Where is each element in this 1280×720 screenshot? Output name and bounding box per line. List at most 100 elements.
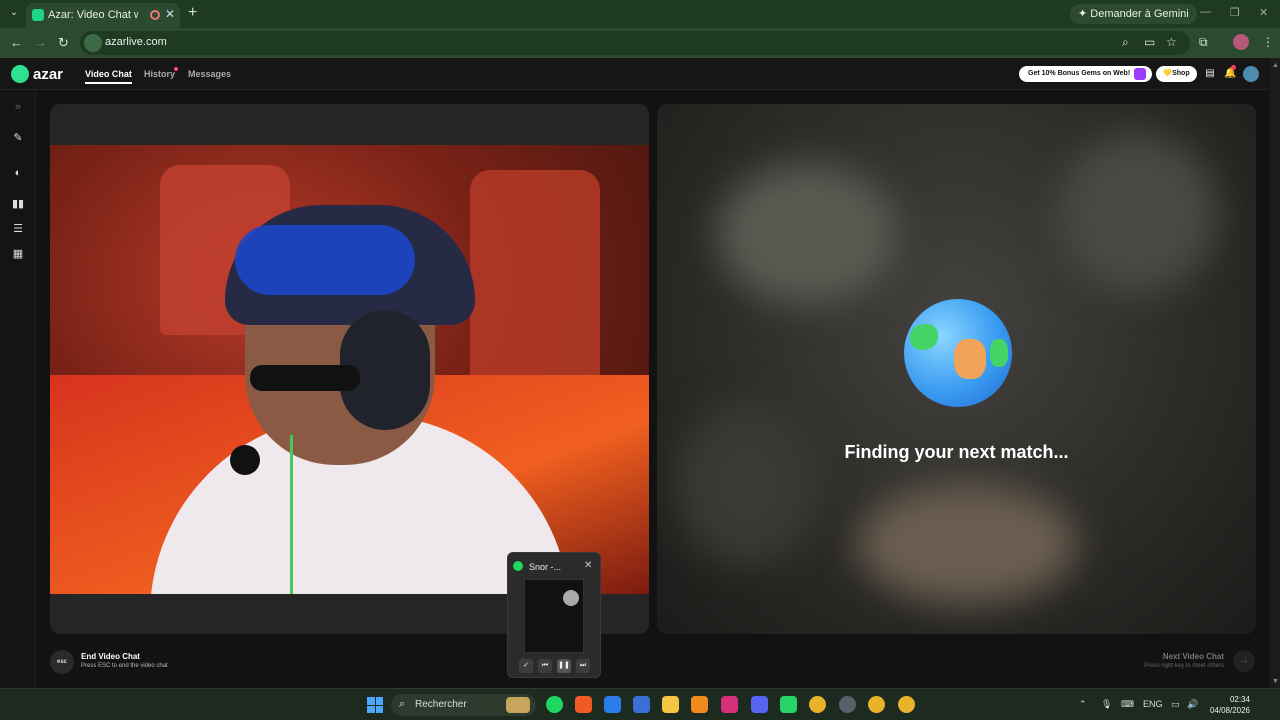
next-chat-button[interactable]: →: [1233, 650, 1255, 672]
chrome-profile-avatar[interactable]: [1233, 34, 1249, 50]
vlc-taskbar-icon[interactable]: [691, 696, 708, 713]
pause-icon[interactable]: ❚❚: [557, 659, 571, 673]
system-clock[interactable]: 02:34 04/08/2026: [1208, 694, 1250, 716]
network-icon[interactable]: ▭: [1171, 699, 1180, 710]
tab-search-icon[interactable]: ⌄: [6, 5, 22, 21]
minimize-icon[interactable]: —: [1200, 6, 1211, 18]
bonus-gems-label: Get 10% Bonus Gems on Web!: [1028, 70, 1131, 77]
site-info-icon[interactable]: [84, 34, 102, 52]
end-chat-button[interactable]: esc: [50, 650, 74, 674]
nav-history[interactable]: History: [144, 69, 175, 79]
blur-blob: [1057, 134, 1217, 294]
person-goggles: [235, 225, 415, 295]
windows-taskbar: ⌕ Rechercher ⌃ 🎙 ⌨ ENG ▭ 🔊 02:34 04/08/2…: [0, 688, 1280, 720]
globe-land: [990, 339, 1008, 367]
inbox-icon[interactable]: ▤: [1204, 68, 1216, 80]
next-chat-title: Next Video Chat: [1162, 652, 1224, 661]
user-avatar[interactable]: [1243, 66, 1259, 82]
nav-video-chat[interactable]: Video Chat: [85, 69, 132, 84]
left-sidebar: » ✎ ◐ ▮▮ ☰ ▦: [0, 90, 36, 688]
forward-icon[interactable]: →: [34, 35, 47, 50]
spotify-popup-title: Snor -...: [529, 562, 562, 572]
shop-label: Shop: [1172, 70, 1190, 77]
gemini-label: Demander à Gemini: [1090, 8, 1189, 20]
previous-track-icon[interactable]: ⏮: [538, 659, 552, 673]
scroll-down-icon[interactable]: ▼: [1272, 678, 1279, 685]
browser-toolbar: ← → ↻ azarlive.com ⌕ ▭ ☆ ⧉ ⋮: [0, 28, 1280, 58]
chrome-menu-icon[interactable]: ⋮: [1262, 35, 1274, 49]
layout-stacked-icon[interactable]: ☰: [10, 222, 26, 236]
globe-land: [910, 324, 938, 350]
layout-grid-icon[interactable]: ▦: [10, 247, 26, 261]
spotify-preview-popup[interactable]: Snor -... ✕ ✓ ⏮ ❚❚ ⏭: [507, 552, 601, 678]
language-indicator[interactable]: ENG: [1143, 699, 1163, 709]
volume-icon[interactable]: 🔊: [1187, 699, 1198, 710]
cast-icon[interactable]: ▭: [1144, 35, 1155, 49]
clock-date: 04/08/2026: [1209, 706, 1250, 715]
restore-icon[interactable]: ❐: [1230, 6, 1240, 19]
popup-close-icon[interactable]: ✕: [584, 560, 592, 571]
end-chat-title: End Video Chat: [81, 652, 140, 661]
chrome-profile-taskbar-icon[interactable]: [868, 696, 885, 713]
keyboard-icon[interactable]: ⌨: [1121, 699, 1134, 710]
chrome-taskbar-icon[interactable]: [809, 696, 826, 713]
bonus-gems-button[interactable]: Get 10% Bonus Gems on Web!: [1019, 66, 1152, 82]
tab-title: Azar: Video Chat with New: [48, 9, 138, 21]
layout-side-by-side-icon[interactable]: ▮▮: [10, 197, 26, 211]
clock-time: 02:34: [1229, 695, 1250, 704]
defender-taskbar-icon[interactable]: [604, 696, 621, 713]
bookmark-star-icon[interactable]: ☆: [1166, 35, 1177, 49]
store-taskbar-icon[interactable]: [633, 696, 650, 713]
address-bar[interactable]: azarlive.com: [80, 31, 1190, 55]
azar-favicon-icon: [32, 9, 44, 21]
history-notification-dot: [174, 67, 178, 71]
blur-blob: [857, 484, 1077, 604]
spotify-window-thumbnail[interactable]: [524, 579, 584, 653]
whatsapp-taskbar-icon[interactable]: [780, 696, 797, 713]
tray-chevron-icon[interactable]: ⌃: [1079, 699, 1087, 710]
taskbar-search-placeholder: Rechercher: [415, 699, 467, 710]
instagram-taskbar-icon[interactable]: [721, 696, 738, 713]
page-scrollbar[interactable]: ▲ ▼: [1270, 58, 1280, 688]
gemini-button[interactable]: ✦ Demander à Gemini: [1070, 4, 1197, 24]
next-track-icon[interactable]: ⏭: [576, 659, 590, 673]
reload-icon[interactable]: ↻: [58, 35, 69, 51]
extensions-icon[interactable]: ⧉: [1199, 35, 1208, 50]
windows-start-icon[interactable]: [367, 697, 383, 713]
album-art: [563, 590, 579, 606]
file-explorer-taskbar-icon[interactable]: [662, 696, 679, 713]
next-chat-hint: Press right key to meet others: [1144, 663, 1224, 669]
spotify-icon: [513, 561, 523, 571]
url-text: azarlive.com: [105, 36, 167, 48]
spotify-taskbar-icon[interactable]: [546, 696, 563, 713]
expand-sidebar-icon[interactable]: »: [10, 100, 26, 114]
like-icon[interactable]: ✓: [519, 659, 533, 673]
blur-blob: [677, 404, 817, 564]
azar-logo[interactable]: azar: [11, 65, 63, 83]
browser-tab[interactable]: Azar: Video Chat with New ✕: [26, 3, 180, 28]
zoom-icon[interactable]: ⌕: [1122, 35, 1129, 50]
nav-messages[interactable]: Messages: [188, 69, 231, 79]
azar-logo-icon: [11, 65, 29, 83]
brave-taskbar-icon[interactable]: [575, 696, 592, 713]
filter-icon[interactable]: ◐: [10, 166, 26, 180]
window-close-icon[interactable]: ✕: [1259, 6, 1268, 19]
new-tab-button[interactable]: +: [188, 4, 197, 22]
back-icon[interactable]: ←: [10, 35, 23, 50]
taskbar-search[interactable]: ⌕ Rechercher: [391, 694, 536, 716]
globe-icon: [904, 299, 1012, 407]
finding-match-text: Finding your next match...: [844, 442, 1069, 462]
magic-wand-icon[interactable]: ✎: [10, 131, 26, 145]
tab-close-icon[interactable]: ✕: [165, 7, 175, 21]
chrome-profile2-taskbar-icon[interactable]: [898, 696, 915, 713]
search-highlight-icon: [506, 697, 530, 713]
settings-taskbar-icon[interactable]: [839, 696, 856, 713]
globe-land: [954, 339, 986, 379]
discord-taskbar-icon[interactable]: [751, 696, 768, 713]
azar-logo-text: azar: [33, 65, 64, 83]
shop-button[interactable]: 💛Shop: [1156, 66, 1197, 82]
background-shirt: [470, 170, 600, 380]
scroll-up-icon[interactable]: ▲: [1272, 62, 1279, 69]
browser-tabstrip: ⌄ Azar: Video Chat with New ✕ + ✦ Demand…: [0, 0, 1280, 28]
microphone-icon[interactable]: 🎙: [1101, 699, 1112, 710]
